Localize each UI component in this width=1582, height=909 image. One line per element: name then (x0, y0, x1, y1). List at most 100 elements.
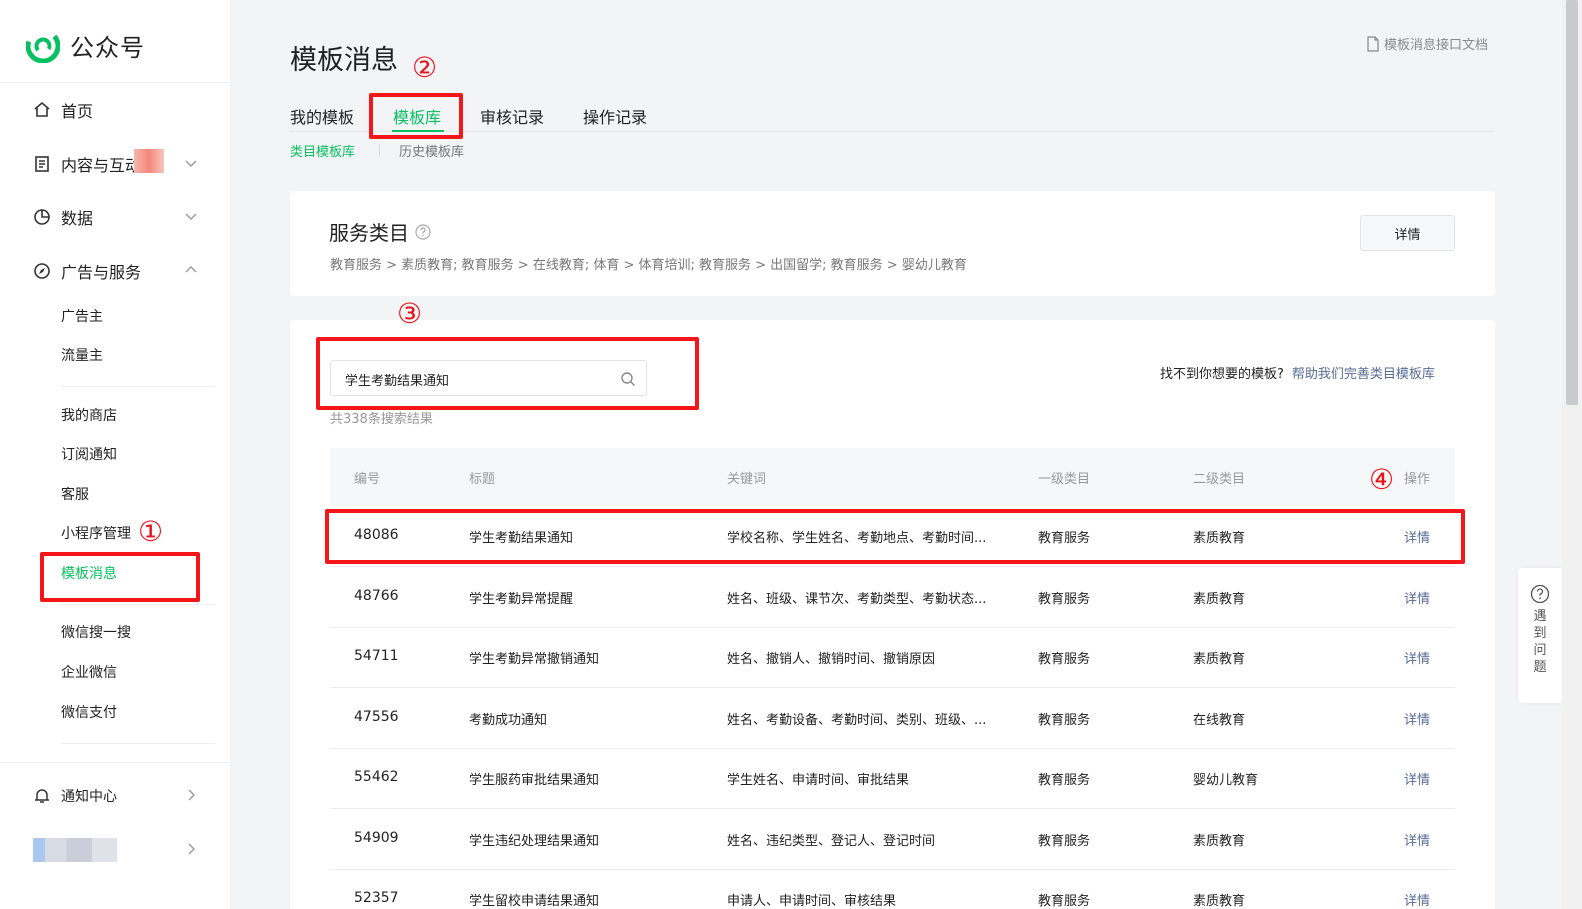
template-search-box[interactable] (330, 360, 647, 396)
tab-operation-records[interactable]: 操作记录 (583, 104, 647, 128)
sidebar-divider (61, 604, 215, 605)
document-icon (35, 156, 49, 172)
sidebar-item-label: 首页 (61, 102, 94, 121)
sidebar-sub-template-message[interactable]: 模板消息 (61, 562, 117, 586)
sidebar-sub-shop[interactable]: 我的商店 (61, 404, 117, 428)
annotation-number-2: ② (412, 51, 438, 84)
cell-keywords: 姓名、违纪类型、登记人、登记时间 (727, 834, 936, 849)
tab-review-records[interactable]: 审核记录 (480, 104, 544, 128)
tab-my-templates[interactable]: 我的模板 (290, 104, 354, 128)
cell-title: 学生考勤结果通知 (469, 531, 574, 546)
column-header-title: 标题 (469, 472, 496, 487)
cell-category-1: 教育服务 (1038, 531, 1091, 546)
wechat-official-logo-icon (26, 28, 60, 63)
question-circle-icon[interactable] (415, 223, 431, 240)
help-float-button[interactable]: 遇到问题 (1518, 568, 1562, 703)
chevron-down-icon (185, 213, 197, 220)
tab-bar: 我的模板 模板库 审核记录 操作记录 (290, 100, 1495, 132)
sidebar-item-content[interactable]: 内容与互动 (0, 144, 230, 184)
sidebar-item-home[interactable]: 首页 (0, 90, 230, 130)
api-doc-link-label: 模板消息接口文档 (1384, 38, 1489, 53)
table-row: 54909 学生违纪处理结果通知 姓名、违纪类型、登记人、登记时间 教育服务 素… (330, 809, 1455, 870)
row-detail-link[interactable]: 详情 (1404, 769, 1430, 788)
cell-id: 52357 (354, 890, 399, 906)
cell-title: 考勤成功通知 (469, 713, 548, 728)
service-category-title-text: 服务类目 (329, 221, 409, 245)
sidebar-item-data[interactable]: 数据 (0, 197, 230, 237)
column-header-operation: 操作 (1404, 472, 1431, 487)
table-header: 编号 标题 关键词 一级类目 二级类目 操作 (330, 448, 1455, 506)
cell-keywords: 姓名、考勤设备、考勤时间、类别、班级、... (727, 713, 987, 728)
cell-title: 学生留校申请结果通知 (469, 894, 600, 909)
sidebar-sub-wechat-search[interactable]: 微信搜一搜 (61, 621, 131, 645)
scrollbar-thumb[interactable] (1566, 0, 1578, 405)
compass-icon (34, 263, 50, 279)
subtab-history-library[interactable]: 历史模板库 (399, 141, 464, 160)
row-detail-link[interactable]: 详情 (1404, 709, 1430, 728)
table-row: 54711 学生考勤异常撤销通知 姓名、撤销人、撤销时间、撤销原因 教育服务 素… (330, 627, 1455, 688)
sidebar-item-label: 广告与服务 (61, 263, 142, 282)
search-icon[interactable] (620, 371, 636, 387)
page-title: 模板消息 (290, 45, 398, 76)
redacted-region (134, 149, 164, 173)
column-header-category-2: 二级类目 (1193, 472, 1246, 487)
service-detail-button[interactable]: 详情 (1360, 215, 1455, 251)
sidebar-divider (0, 82, 230, 83)
table-row: 47556 考勤成功通知 姓名、考勤设备、考勤时间、类别、班级、... 教育服务… (330, 688, 1455, 749)
cell-id: 47556 (354, 709, 399, 725)
redacted-account-name (33, 838, 117, 862)
home-icon (34, 101, 50, 117)
row-detail-link[interactable]: 详情 (1404, 830, 1430, 849)
annotation-number-3: ③ (397, 297, 423, 330)
sidebar-sub-work-wechat[interactable]: 企业微信 (61, 661, 117, 685)
sidebar-sub-subscribe[interactable]: 订阅通知 (61, 443, 117, 467)
subtab-category-library[interactable]: 类目模板库 (290, 141, 355, 160)
service-category-title: 服务类目 (329, 217, 431, 246)
row-detail-link[interactable]: 详情 (1404, 588, 1430, 607)
cell-category-1: 教育服务 (1038, 713, 1091, 728)
active-tab-underline (392, 130, 444, 132)
sidebar-sub-wechat-pay[interactable]: 微信支付 (61, 701, 117, 725)
column-header-id: 编号 (354, 472, 381, 487)
sidebar-item-label: 通知中心 (61, 789, 117, 805)
cell-keywords: 姓名、撤销人、撤销时间、撤销原因 (727, 652, 936, 667)
sidebar-sub-service[interactable]: 客服 (61, 483, 89, 507)
row-detail-link[interactable]: 详情 (1404, 648, 1430, 667)
improve-library-link[interactable]: 帮助我们完善类目模板库 (1292, 367, 1435, 382)
sidebar-divider (61, 743, 215, 744)
template-help: 找不到你想要的模板? 帮助我们完善类目模板库 (1160, 363, 1435, 382)
cell-keywords: 学生姓名、申请时间、审批结果 (727, 773, 910, 788)
cell-title: 学生服药审批结果通知 (469, 773, 600, 788)
row-detail-link[interactable]: 详情 (1404, 527, 1430, 546)
search-result-count: 共338条搜索结果 (330, 412, 433, 427)
cell-category-2: 素质教育 (1193, 834, 1246, 849)
cell-category-2: 素质教育 (1193, 894, 1246, 909)
page-scrollbar[interactable] (1562, 0, 1582, 909)
chevron-right-icon (188, 789, 195, 801)
logo[interactable]: 公众号 (26, 28, 145, 63)
cell-category-2: 素质教育 (1193, 652, 1246, 667)
cell-id: 55462 (354, 769, 399, 785)
sidebar-sub-publisher[interactable]: 流量主 (61, 344, 103, 368)
question-circle-icon (1530, 584, 1550, 604)
cell-title: 学生违纪处理结果通知 (469, 834, 600, 849)
row-detail-link[interactable]: 详情 (1404, 890, 1430, 909)
template-search-input[interactable] (345, 369, 605, 389)
sidebar-item-notify-center[interactable]: 通知中心 (0, 776, 230, 816)
cell-id: 54909 (354, 830, 399, 846)
sidebar-item-ads-services[interactable]: 广告与服务 (0, 251, 230, 291)
sidebar-item-label: 内容与互动 (61, 156, 142, 175)
chevron-right-icon (188, 843, 195, 855)
cell-category-2: 婴幼儿教育 (1193, 773, 1259, 788)
sidebar-sub-advertiser[interactable]: 广告主 (61, 305, 103, 329)
cell-id: 48086 (354, 527, 399, 543)
chevron-down-icon (185, 160, 197, 167)
sidebar-sub-miniprogram[interactable]: 小程序管理 (61, 522, 131, 546)
table-row: 55462 学生服药审批结果通知 学生姓名、申请时间、审批结果 教育服务 婴幼儿… (330, 748, 1455, 809)
service-category-card (290, 191, 1495, 296)
cell-category-1: 教育服务 (1038, 773, 1091, 788)
service-category-path: 教育服务 > 素质教育; 教育服务 > 在线教育; 体育 > 体育培训; 教育服… (330, 258, 967, 273)
tab-template-library[interactable]: 模板库 (393, 104, 441, 128)
cell-keywords: 姓名、班级、课节次、考勤类型、考勤状态... (727, 592, 987, 607)
api-doc-link[interactable]: 模板消息接口文档 (1366, 34, 1488, 53)
